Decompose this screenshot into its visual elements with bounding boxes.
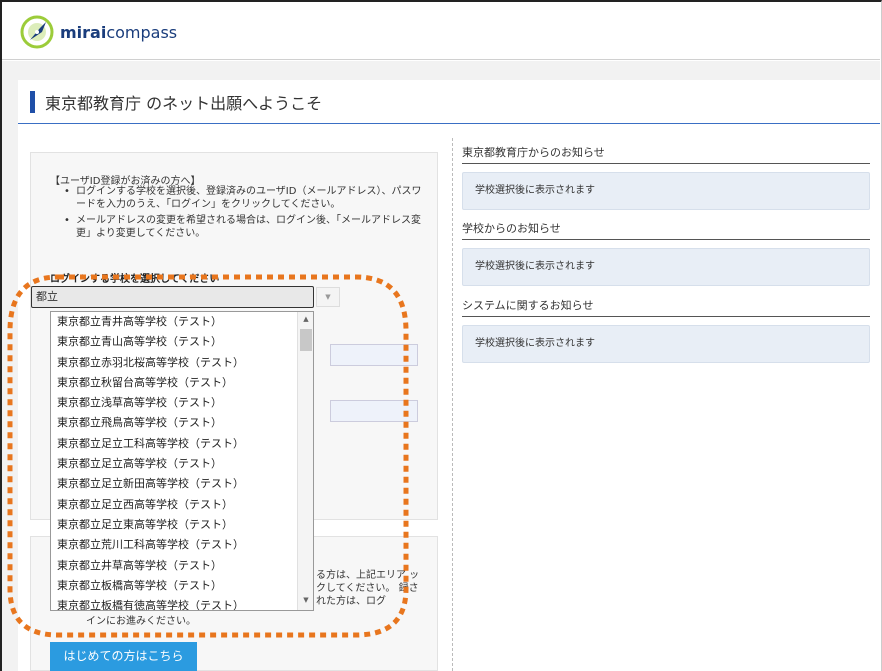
dropdown-option[interactable]: 東京都立板橋有徳高等学校（テスト） <box>51 596 313 610</box>
dropdown-options: 東京都立青井高等学校（テスト） 東京都立青山高等学校（テスト） 東京都立赤羽北桜… <box>51 312 313 610</box>
miraicompass-logo[interactable]: miraicompass <box>18 10 177 54</box>
notice-board-office: 東京都教育庁からのお知らせ 学校選択後に表示されます <box>462 144 870 210</box>
dropdown-option[interactable]: 東京都立板橋高等学校（テスト） <box>51 576 313 596</box>
page-title-bar: 東京都教育庁 のネット出願へようこそ <box>18 80 880 124</box>
site-header: miraicompass <box>2 2 880 60</box>
scroll-up-icon[interactable]: ▲ <box>301 315 311 325</box>
dropdown-option[interactable]: 東京都立足立東高等学校（テスト） <box>51 515 313 535</box>
notice-title: 東京都教育庁からのお知らせ <box>462 144 870 164</box>
select-dropdown-button[interactable]: ▼ <box>316 287 340 307</box>
dropdown-option[interactable]: 東京都立青山高等学校（テスト） <box>51 332 313 352</box>
dropdown-option[interactable]: 東京都立足立新田高等学校（テスト） <box>51 474 313 494</box>
notice-body: 学校選択後に表示されます <box>462 248 870 286</box>
school-select-label: ログインする学校を選択してください <box>50 274 220 285</box>
user-id-input[interactable] <box>330 344 418 366</box>
dropdown-option[interactable]: 東京都立秋留台高等学校（テスト） <box>51 373 313 393</box>
column-divider <box>452 138 453 671</box>
first-time-button[interactable]: はじめての方はこちら <box>50 642 197 671</box>
notice-title: 学校からのお知らせ <box>462 220 870 240</box>
notice-board-school: 学校からのお知らせ 学校選択後に表示されます <box>462 220 870 286</box>
dropdown-option[interactable]: 東京都立足立西高等学校（テスト） <box>51 495 313 515</box>
dropdown-option[interactable]: 東京都立飛鳥高等学校（テスト） <box>51 413 313 433</box>
notice-body: 学校選択後に表示されます <box>462 325 870 363</box>
notice-board-system: システムに関するお知らせ 学校選択後に表示されます <box>462 297 870 363</box>
dropdown-scrollbar[interactable]: ▲ ▼ <box>297 312 313 610</box>
login-instruction-1: ログインする学校を選択後、登録済みのユーザID（メールアドレス）、パスワードを入… <box>64 185 426 211</box>
login-instructions: ログインする学校を選択後、登録済みのユーザID（メールアドレス）、パスワードを入… <box>64 185 426 243</box>
school-dropdown-list[interactable]: 東京都立青井高等学校（テスト） 東京都立青山高等学校（テスト） 東京都立赤羽北桜… <box>50 311 314 611</box>
logo-text: miraicompass <box>60 22 178 42</box>
dropdown-option[interactable]: 東京都立浅草高等学校（テスト） <box>51 393 313 413</box>
notice-body: 学校選択後に表示されます <box>462 172 870 210</box>
dropdown-option[interactable]: 東京都立荒川工科高等学校（テスト） <box>51 535 313 555</box>
dropdown-option[interactable]: 東京都立青井高等学校（テスト） <box>51 312 313 332</box>
dropdown-option[interactable]: 東京都立足立工科高等学校（テスト） <box>51 434 313 454</box>
dropdown-option[interactable]: 東京都立足立高等学校（テスト） <box>51 454 313 474</box>
school-select[interactable]: 都立 <box>31 286 314 308</box>
new-user-description: る方は、上記エリア ックしてください。 録された方は、ログ <box>316 570 420 607</box>
password-input[interactable] <box>330 400 418 422</box>
scrollbar-thumb[interactable] <box>300 329 312 351</box>
new-user-description-line2: インにお進みください。 <box>86 616 196 627</box>
dropdown-option[interactable]: 東京都立赤羽北桜高等学校（テスト） <box>51 353 313 373</box>
scroll-down-icon[interactable]: ▼ <box>301 596 311 606</box>
login-instruction-2: メールアドレスの変更を希望される場合は、ログイン後、「メールアドレス変更」より変… <box>64 214 426 240</box>
notice-title: システムに関するお知らせ <box>462 297 870 317</box>
page-title: 東京都教育庁 のネット出願へようこそ <box>45 93 323 113</box>
compass-logo-icon <box>18 13 56 51</box>
title-accent-bar <box>30 90 35 113</box>
dropdown-option[interactable]: 東京都立井草高等学校（テスト） <box>51 556 313 576</box>
